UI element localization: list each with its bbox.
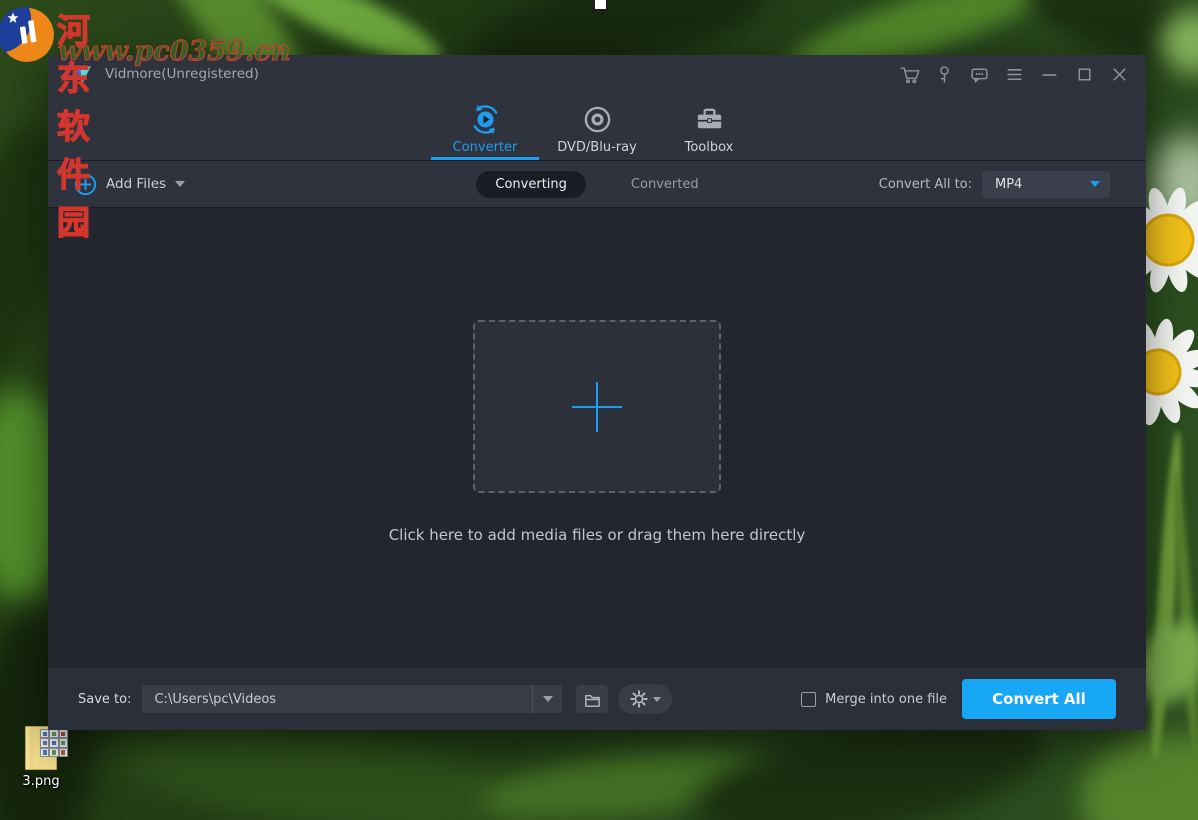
thumbnail-grid-icon [40,729,68,757]
convert-all-to-label: Convert All to: [878,176,972,192]
add-files-button[interactable]: Add Files [48,173,476,196]
minimize-icon[interactable] [1036,61,1062,87]
app-window: Vidmore(Unregistered) Converter DVD/Blu-… [48,55,1146,730]
cursor-artifact [593,0,608,11]
merge-label: Merge into one file [825,691,947,707]
view-switch: Converting Converted [476,170,718,198]
tab-converter-label: Converter [452,140,518,155]
folder-icon [585,694,600,707]
output-format-value: MP4 [995,176,1023,192]
cart-icon[interactable] [896,61,922,87]
chevron-down-icon [542,696,553,702]
convert-all-to-group: Convert All to: MP4 [718,170,1146,198]
tab-dvd-bluray[interactable]: DVD/Blu-ray [541,93,653,160]
tab-toolbox[interactable]: Toolbox [653,93,765,160]
disc-icon [581,101,614,137]
add-files-label: Add Files [106,176,167,192]
window-header: Vidmore(Unregistered) Converter DVD/Blu-… [48,55,1146,161]
desktop-file-3png[interactable]: 3.png [12,726,70,789]
tab-toolbox-label: Toolbox [684,140,734,155]
window-title: Vidmore(Unregistered) [105,66,259,82]
dropzone[interactable] [473,320,721,493]
vidmore-logo-icon [74,66,91,83]
main-nav: Converter DVD/Blu-ray Toolbox [48,93,1146,160]
tab-converted[interactable]: Converted [612,171,718,198]
bottom-bar: Save to: C:\Users\pc\Videos Merge into o… [48,668,1146,730]
converter-icon [469,101,502,137]
chevron-down-icon [175,181,186,187]
desktop: 3.png Vidmore(Unregistered) Converter DV… [0,0,1198,820]
tab-converter[interactable]: Converter [429,93,541,160]
chevron-down-icon [1090,181,1100,187]
chevron-down-icon [652,696,661,702]
save-path-field [142,685,563,713]
tab-converting[interactable]: Converting [476,170,586,198]
plus-icon [572,381,622,432]
dropzone-hint: Click here to add media files or drag th… [388,526,806,544]
feedback-icon[interactable] [966,61,992,87]
file-list-area: Click here to add media files or drag th… [48,208,1146,668]
output-format-select[interactable]: MP4 [982,170,1110,198]
save-to-label: Save to: [78,691,132,707]
bottom-right-group: Merge into one file Convert All [801,679,1116,719]
toolbox-icon [693,101,726,137]
titlebar: Vidmore(Unregistered) [48,55,1146,93]
gear-icon [630,690,648,708]
browse-folder-button[interactable] [576,685,609,713]
save-path-dropdown[interactable] [532,685,562,713]
image-file-icon [25,726,68,770]
titlebar-actions [896,61,1132,87]
convert-all-button[interactable]: Convert All [962,679,1116,719]
register-key-icon[interactable] [931,61,957,87]
merge-checkbox[interactable] [801,691,817,707]
plus-circle-icon [74,173,97,195]
tab-dvd-bluray-label: DVD/Blu-ray [557,140,637,155]
menu-icon[interactable] [1001,61,1027,87]
settings-button[interactable] [618,684,673,714]
maximize-icon[interactable] [1071,61,1097,87]
close-icon[interactable] [1106,61,1132,87]
save-path-input[interactable] [142,685,533,713]
desktop-file-label: 3.png [22,774,60,789]
toolbar: Add Files Converting Converted Convert A… [48,161,1146,208]
